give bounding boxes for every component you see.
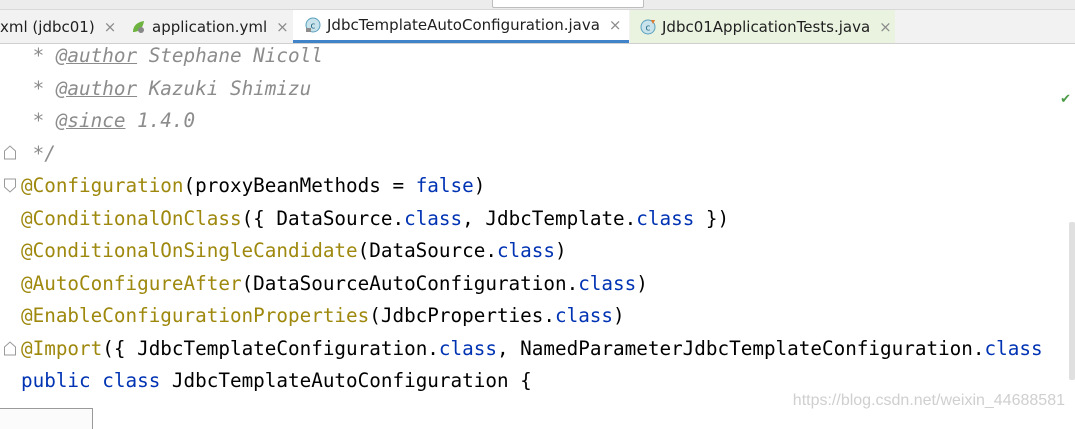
tab-label: JdbcTemplateAutoConfiguration.java — [327, 16, 600, 34]
java-test-class-icon: c — [640, 19, 656, 34]
code-line: @EnableConfigurationProperties(JdbcPrope… — [21, 304, 625, 327]
tab-jdbc01-application-tests[interactable]: c Jdbc01ApplicationTests.java × — [630, 10, 895, 43]
spring-config-file-icon — [133, 20, 144, 33]
code-editor[interactable]: ✔ * @author Stephane Nicoll * @author Ka… — [0, 44, 1075, 408]
tab-pom-xml[interactable]: xml (jdbc01) × — [0, 10, 122, 43]
close-icon[interactable]: × — [879, 18, 892, 36]
svg-text:c: c — [311, 22, 316, 32]
tab-label: xml (jdbc01) — [0, 17, 95, 36]
tab-jdbc-template-auto-configuration[interactable]: c JdbcTemplateAutoConfiguration.java × — [293, 10, 629, 43]
java-class-icon: c — [305, 17, 321, 33]
tab-application-yml[interactable]: application.yml × — [130, 10, 292, 43]
close-icon[interactable]: × — [104, 18, 117, 36]
fold-end-icon[interactable] — [3, 341, 17, 356]
tab-label: Jdbc01ApplicationTests.java — [662, 17, 871, 36]
code-line: @ConditionalOnSingleCandidate(DataSource… — [21, 239, 567, 262]
tab-label: application.yml — [152, 17, 268, 36]
code-line: * @since 1.4.0 — [21, 109, 196, 132]
watermark: https://blog.csdn.net/weixin_44688581 — [792, 392, 1065, 409]
code-line: */ — [21, 142, 56, 165]
code-line: * @author Stephane Nicoll — [21, 44, 323, 67]
fold-start-icon[interactable] — [3, 178, 17, 193]
code-line: * @author Kazuki Shimizu — [21, 77, 312, 100]
code-line: @AutoConfigureAfter(DataSourceAutoConfig… — [21, 272, 648, 295]
code-line: @Configuration(proxyBeanMethods = false) — [21, 174, 486, 197]
editor-tab-bar: xml (jdbc01) × application.yml × c JdbcT… — [0, 10, 1075, 44]
bottom-panel-tab[interactable] — [0, 408, 93, 429]
svg-text:c: c — [646, 23, 651, 33]
vertical-scrollbar[interactable] — [1069, 222, 1075, 380]
close-icon[interactable]: × — [276, 18, 289, 36]
fold-end-icon[interactable] — [3, 145, 17, 160]
code-line: @Import({ JdbcTemplateConfiguration.clas… — [21, 337, 1043, 360]
close-icon[interactable]: × — [609, 16, 622, 34]
window-toolbar-remnant — [0, 0, 1075, 10]
code-line: public class JdbcTemplateAutoConfigurati… — [21, 369, 532, 392]
code-line: @ConditionalOnClass({ DataSource.class, … — [21, 207, 730, 230]
toolbar-search-box[interactable] — [492, 0, 644, 8]
no-problems-check-icon: ✔ — [1060, 92, 1071, 107]
